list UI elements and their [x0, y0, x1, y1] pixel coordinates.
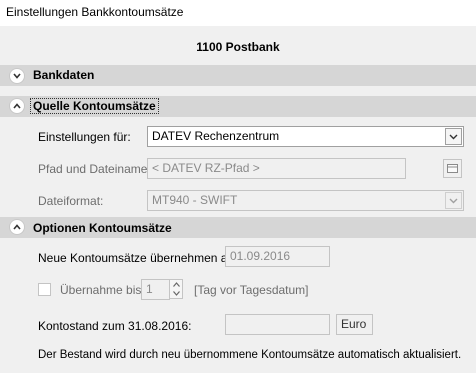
neue-date-input[interactable]: 01.09.2016	[225, 246, 330, 267]
uebernahme-checkbox[interactable]	[38, 283, 51, 296]
dropdown-arrow-icon[interactable]	[445, 128, 462, 145]
dateiformat-value: MT940 - SWIFT	[152, 193, 238, 207]
chevron-down-icon[interactable]	[9, 68, 25, 84]
section-bankdaten-label: Bankdaten	[33, 68, 95, 82]
bank-header: 1100 Postbank	[196, 40, 280, 54]
kontostand-input[interactable]	[225, 314, 330, 335]
folder-icon[interactable]	[443, 159, 462, 178]
uebernahme-spinner[interactable]	[169, 279, 183, 299]
window-title: Einstellungen Bankkontoumsätze	[6, 5, 184, 19]
spin-down-icon[interactable]	[170, 289, 182, 298]
info-text: Der Bestand wird durch neu übernommene K…	[38, 349, 462, 361]
uebernahme-label: Übernahme bis	[60, 283, 142, 297]
chevron-up-icon[interactable]	[9, 219, 25, 235]
pfad-input[interactable]: < DATEV RZ-Pfad >	[147, 158, 406, 179]
kontostand-label: Kontostand zum 31.08.2016:	[38, 319, 192, 333]
section-quelle-label: Quelle Kontoumsätze	[30, 98, 159, 114]
currency-value: Euro	[341, 317, 367, 331]
uebernahme-value: 1	[146, 282, 153, 296]
dateiformat-label: Dateiformat:	[38, 194, 104, 208]
dateiformat-select[interactable]: MT940 - SWIFT	[147, 190, 464, 211]
einstellungen-select[interactable]: DATEV Rechenzentrum	[147, 126, 464, 147]
pfad-placeholder: < DATEV RZ-Pfad >	[152, 161, 260, 175]
chevron-up-icon[interactable]	[9, 98, 25, 114]
spin-up-icon[interactable]	[170, 280, 182, 289]
neue-label: Neue Kontoumsätze übernehmen ab:	[38, 251, 238, 265]
einstellungen-label: Einstellungen für:	[38, 130, 131, 144]
uebernahme-input[interactable]: 1	[141, 279, 170, 300]
pfad-label: Pfad und Dateiname:	[38, 162, 151, 176]
neue-date-value: 01.09.2016	[230, 249, 291, 263]
dateiformat-dropdown-icon[interactable]	[445, 192, 462, 209]
currency-field: Euro	[336, 314, 373, 335]
uebernahme-hint: [Tag vor Tagesdatum]	[194, 283, 309, 297]
einstellungen-value: DATEV Rechenzentrum	[152, 129, 280, 143]
section-optionen-label: Optionen Kontoumsätze	[33, 221, 172, 235]
